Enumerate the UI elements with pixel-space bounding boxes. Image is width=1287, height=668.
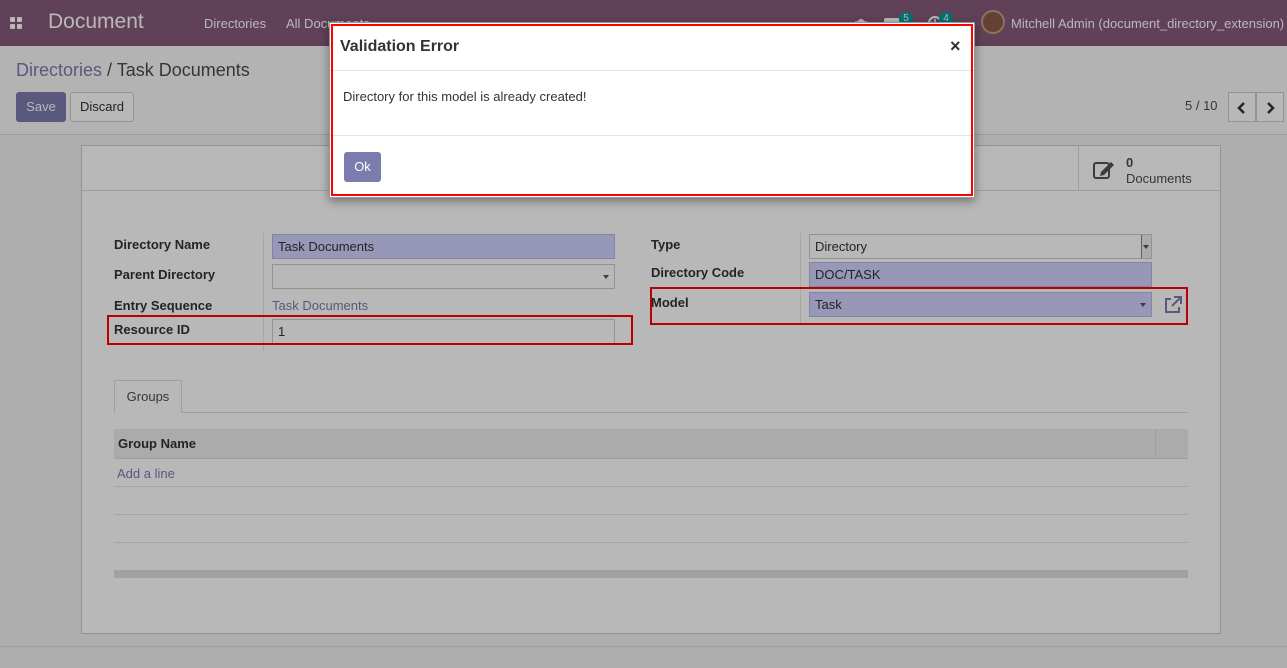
dialog-highlight bbox=[331, 24, 973, 196]
